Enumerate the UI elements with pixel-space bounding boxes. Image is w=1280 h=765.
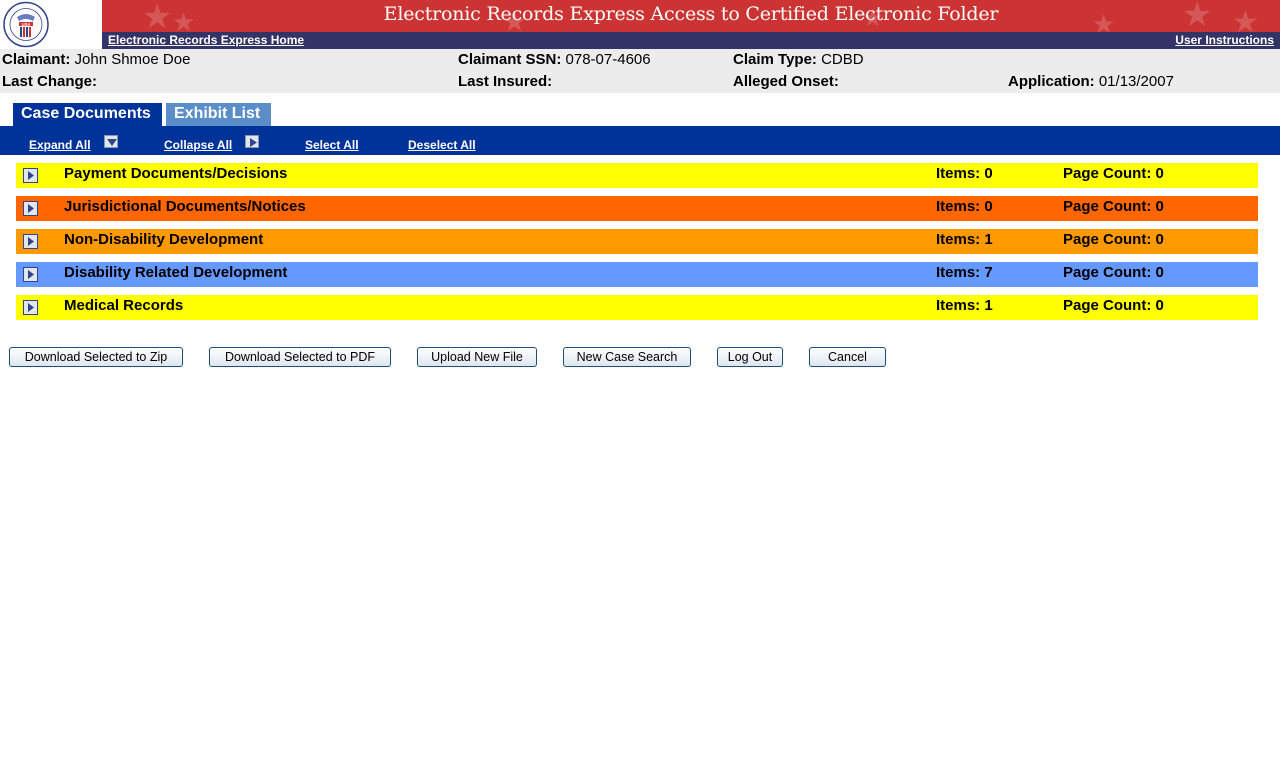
log-out-button[interactable]: Log Out bbox=[717, 347, 783, 367]
category-items-count: Items: 7 bbox=[936, 264, 993, 281]
last-change-field: Last Change: bbox=[2, 73, 97, 90]
expand-toggle-icon[interactable] bbox=[23, 168, 38, 183]
category-name[interactable]: Disability Related Development bbox=[64, 264, 287, 281]
application-field: Application: 01/13/2007 bbox=[1008, 73, 1174, 90]
category-name[interactable]: Jurisdictional Documents/Notices bbox=[64, 198, 306, 215]
tab-exhibit-list[interactable]: Exhibit List bbox=[166, 103, 271, 126]
header: USA ★ ★ ★ ★ ★ ★ ★ Electronic Records Exp… bbox=[0, 0, 1280, 49]
download-pdf-button[interactable]: Download Selected to PDF bbox=[209, 347, 391, 367]
expand-toggle-icon[interactable] bbox=[23, 234, 38, 249]
new-case-search-button[interactable]: New Case Search bbox=[563, 347, 691, 367]
category-row: Disability Related Development Items: 7 … bbox=[16, 262, 1258, 287]
claimant-label: Claimant: bbox=[2, 51, 71, 68]
alleged-onset-label: Alleged Onset: bbox=[733, 73, 839, 90]
ssa-seal-icon: USA bbox=[3, 1, 49, 48]
category-row: Non-Disability Development Items: 1 Page… bbox=[16, 229, 1258, 254]
claimant-value: John Shmoe Doe bbox=[74, 51, 191, 68]
category-page-count: Page Count: 0 bbox=[1063, 264, 1164, 281]
expand-toggle-icon[interactable] bbox=[23, 300, 38, 315]
home-link[interactable]: Electronic Records Express Home bbox=[108, 33, 304, 47]
category-items-count: Items: 1 bbox=[936, 231, 993, 248]
ssn-label: Claimant SSN: bbox=[458, 51, 562, 68]
ssn-field: Claimant SSN: 078-07-4606 bbox=[458, 51, 651, 68]
claim-type-value: CDBD bbox=[821, 51, 864, 68]
last-insured-label: Last Insured: bbox=[458, 73, 553, 90]
deselect-all-link[interactable]: Deselect All bbox=[408, 138, 476, 152]
category-items-count: Items: 0 bbox=[936, 165, 993, 182]
page-title: Electronic Records Express Access to Cer… bbox=[383, 3, 999, 25]
logo-area: USA bbox=[0, 0, 102, 49]
expand-toggle-icon[interactable] bbox=[23, 267, 38, 282]
last-insured-field: Last Insured: bbox=[458, 73, 552, 90]
tab-case-documents[interactable]: Case Documents bbox=[13, 103, 162, 126]
alleged-onset-field: Alleged Onset: bbox=[733, 73, 839, 90]
category-row: Medical Records Items: 1 Page Count: 0 bbox=[16, 295, 1258, 320]
category-page-count: Page Count: 0 bbox=[1063, 165, 1164, 182]
category-name[interactable]: Medical Records bbox=[64, 297, 183, 314]
collapse-all-link[interactable]: Collapse All bbox=[164, 138, 232, 152]
user-instructions-link[interactable]: User Instructions bbox=[1175, 33, 1274, 47]
category-page-count: Page Count: 0 bbox=[1063, 198, 1164, 215]
chevron-down-icon[interactable] bbox=[104, 135, 118, 148]
category-items-count: Items: 0 bbox=[936, 198, 993, 215]
application-value: 01/13/2007 bbox=[1098, 73, 1174, 90]
last-change-label: Last Change: bbox=[2, 73, 98, 90]
claimant-field: Claimant: John Shmoe Doe bbox=[2, 51, 190, 68]
upload-file-button[interactable]: Upload New File bbox=[417, 347, 537, 367]
top-nav: Electronic Records Express Home User Ins… bbox=[102, 32, 1280, 49]
category-page-count: Page Count: 0 bbox=[1063, 297, 1164, 314]
expand-all-link[interactable]: Expand All bbox=[29, 138, 91, 152]
category-row: Payment Documents/Decisions Items: 0 Pag… bbox=[16, 163, 1258, 188]
claimant-info: Claimant: John Shmoe Doe Claimant SSN: 0… bbox=[0, 49, 1280, 93]
category-name[interactable]: Non-Disability Development bbox=[64, 231, 263, 248]
chevron-right-icon[interactable] bbox=[245, 135, 259, 148]
category-row: Jurisdictional Documents/Notices Items: … bbox=[16, 196, 1258, 221]
category-page-count: Page Count: 0 bbox=[1063, 231, 1164, 248]
cancel-button[interactable]: Cancel bbox=[809, 347, 886, 367]
download-zip-button[interactable]: Download Selected to Zip bbox=[9, 347, 183, 367]
svg-text:USA: USA bbox=[22, 22, 31, 27]
category-name[interactable]: Payment Documents/Decisions bbox=[64, 165, 287, 182]
expand-toggle-icon[interactable] bbox=[23, 201, 38, 216]
application-label: Application: bbox=[1008, 73, 1095, 90]
tab-bar: Case Documents Exhibit List bbox=[0, 93, 1280, 126]
category-items-count: Items: 1 bbox=[936, 297, 993, 314]
claim-type-label: Claim Type: bbox=[733, 51, 817, 68]
toolbar: Expand All Collapse All Select All Desel… bbox=[0, 126, 1280, 155]
claim-type-field: Claim Type: CDBD bbox=[733, 51, 864, 68]
select-all-link[interactable]: Select All bbox=[305, 138, 359, 152]
banner: ★ ★ ★ ★ ★ ★ ★ Electronic Records Express… bbox=[102, 0, 1280, 32]
ssn-value: 078-07-4606 bbox=[565, 51, 651, 68]
